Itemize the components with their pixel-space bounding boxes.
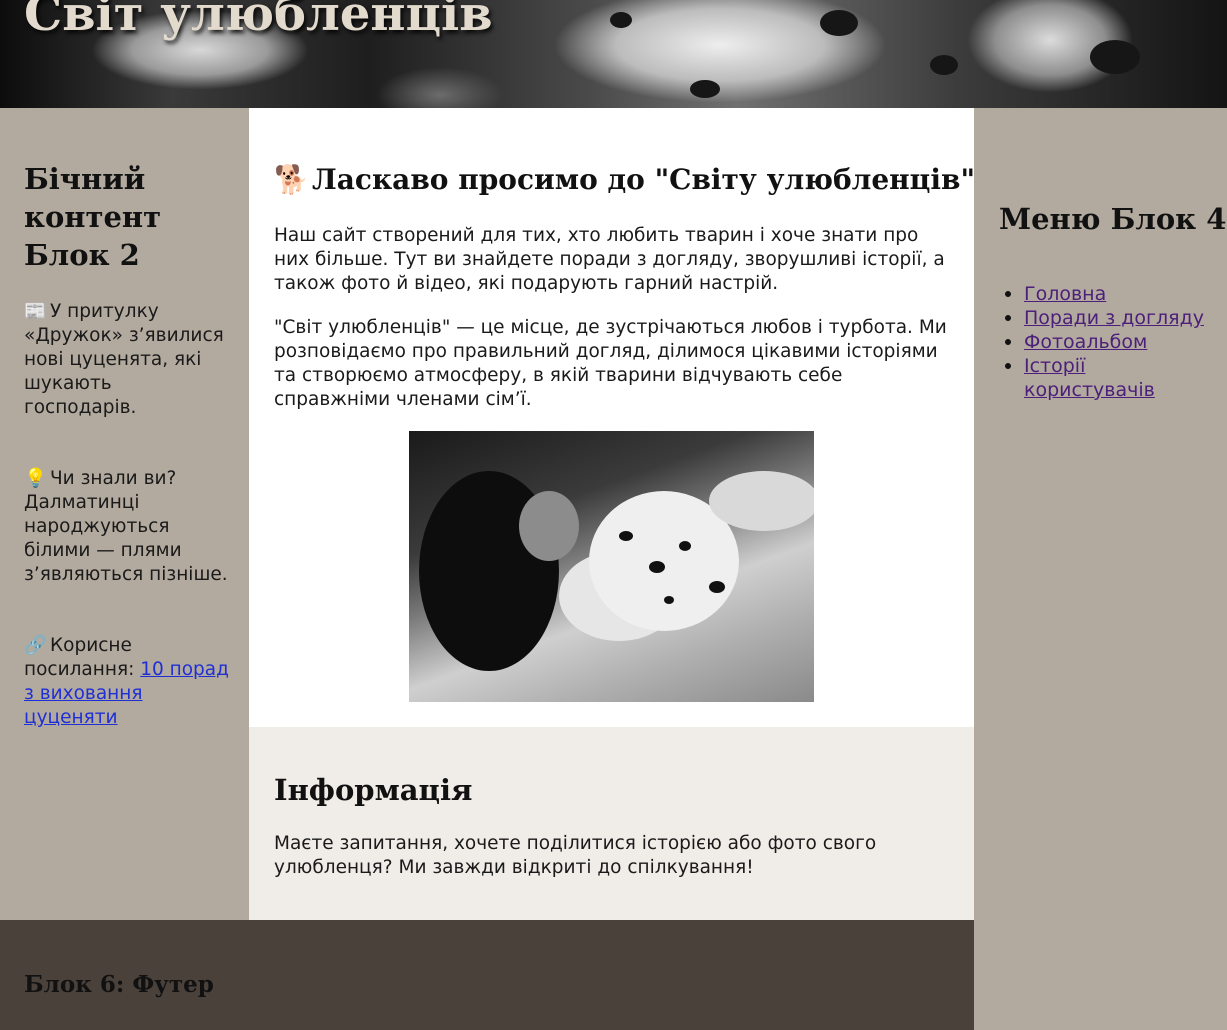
newspaper-icon: 📰 [24,301,48,322]
right-menu-heading: Меню Блок 4 [999,202,1227,236]
sidebar-news-text: У притулку «Дружок» з’явилися нові цуцен… [24,301,224,418]
info-section: Інформація Маєте запитання, хочете поділ… [249,727,974,920]
link-icon: 🔗 [24,635,48,656]
sidebar-fact-text: Чи знали ви? Далматинці народжуються біл… [24,468,228,585]
right-menu: Меню Блок 4 Головна Поради з догляду Фот… [974,108,1227,1030]
photo-dog-spot [619,531,633,541]
sidebar-news-item: 📰 У притулку «Дружок» з’явилися нові цуце… [24,300,229,420]
info-heading: Інформація [274,773,473,807]
welcome-heading: 🐕 Ласкаво просимо до "Світу улюбленців"! [274,160,987,200]
menu-link-photo-album[interactable]: Фотоальбом [1024,331,1147,353]
dalmatian-spot [610,12,632,28]
sidebar-fact-item: 💡 Чи знали ви? Далматинці народжуються бі… [24,467,229,587]
dalmatian-spot [690,80,720,98]
photo-dog-spot [679,541,691,551]
site-title: Світ улюбленців [24,0,493,42]
footer-heading: Блок 6: Футер [24,971,214,998]
intro-paragraph: Наш сайт створений для тих, хто любить т… [274,225,945,294]
info-text: Маєте запитання, хочете поділитися істор… [274,833,877,878]
photo-leg-shape [709,471,814,531]
about-paragraph: "Світ улюбленців" — це місце, де зустріч… [274,317,947,410]
main-content: 🐕 Ласкаво просимо до "Світу улюбленців"! … [249,108,987,727]
photo-dog-spot [664,596,674,604]
footer: Блок 6: Футер [0,920,974,1030]
photo-dog-spot [709,581,725,593]
menu-item-user-stories: Історії користувачів [1005,354,1214,402]
menu-link-home[interactable]: Головна [1024,283,1106,305]
sidebar-link-item: 🔗 Корисне посилання: 10 порад з виховання… [24,634,229,730]
lightbulb-icon: 💡 [24,468,48,489]
menu-list: Головна Поради з догляду Фотоальбом Істо… [1005,282,1214,402]
menu-link-user-stories[interactable]: Історії користувачів [1024,355,1155,401]
dalmatian-spot [820,10,858,36]
welcome-heading-text: Ласкаво просимо до "Світу улюбленців"! [312,163,988,196]
dog-icon: 🐕 [274,163,309,196]
woman-with-dalmatian-photo [409,431,814,702]
dalmatian-spot [930,55,958,75]
menu-item-care-tips: Поради з догляду [1005,306,1214,330]
menu-item-home: Головна [1005,282,1214,306]
left-sidebar: Бічний контент Блок 2 📰 У притулку «Дружо… [0,108,249,920]
left-sidebar-heading: Бічний контент Блок 2 [24,162,162,272]
menu-item-photo-album: Фотоальбом [1005,330,1214,354]
photo-dog-spot [649,561,665,573]
dalmatian-spot [1090,40,1140,74]
menu-link-care-tips[interactable]: Поради з догляду [1024,307,1204,329]
header-banner: Світ улюбленців [0,0,1227,108]
photo-face-shape [519,491,579,561]
